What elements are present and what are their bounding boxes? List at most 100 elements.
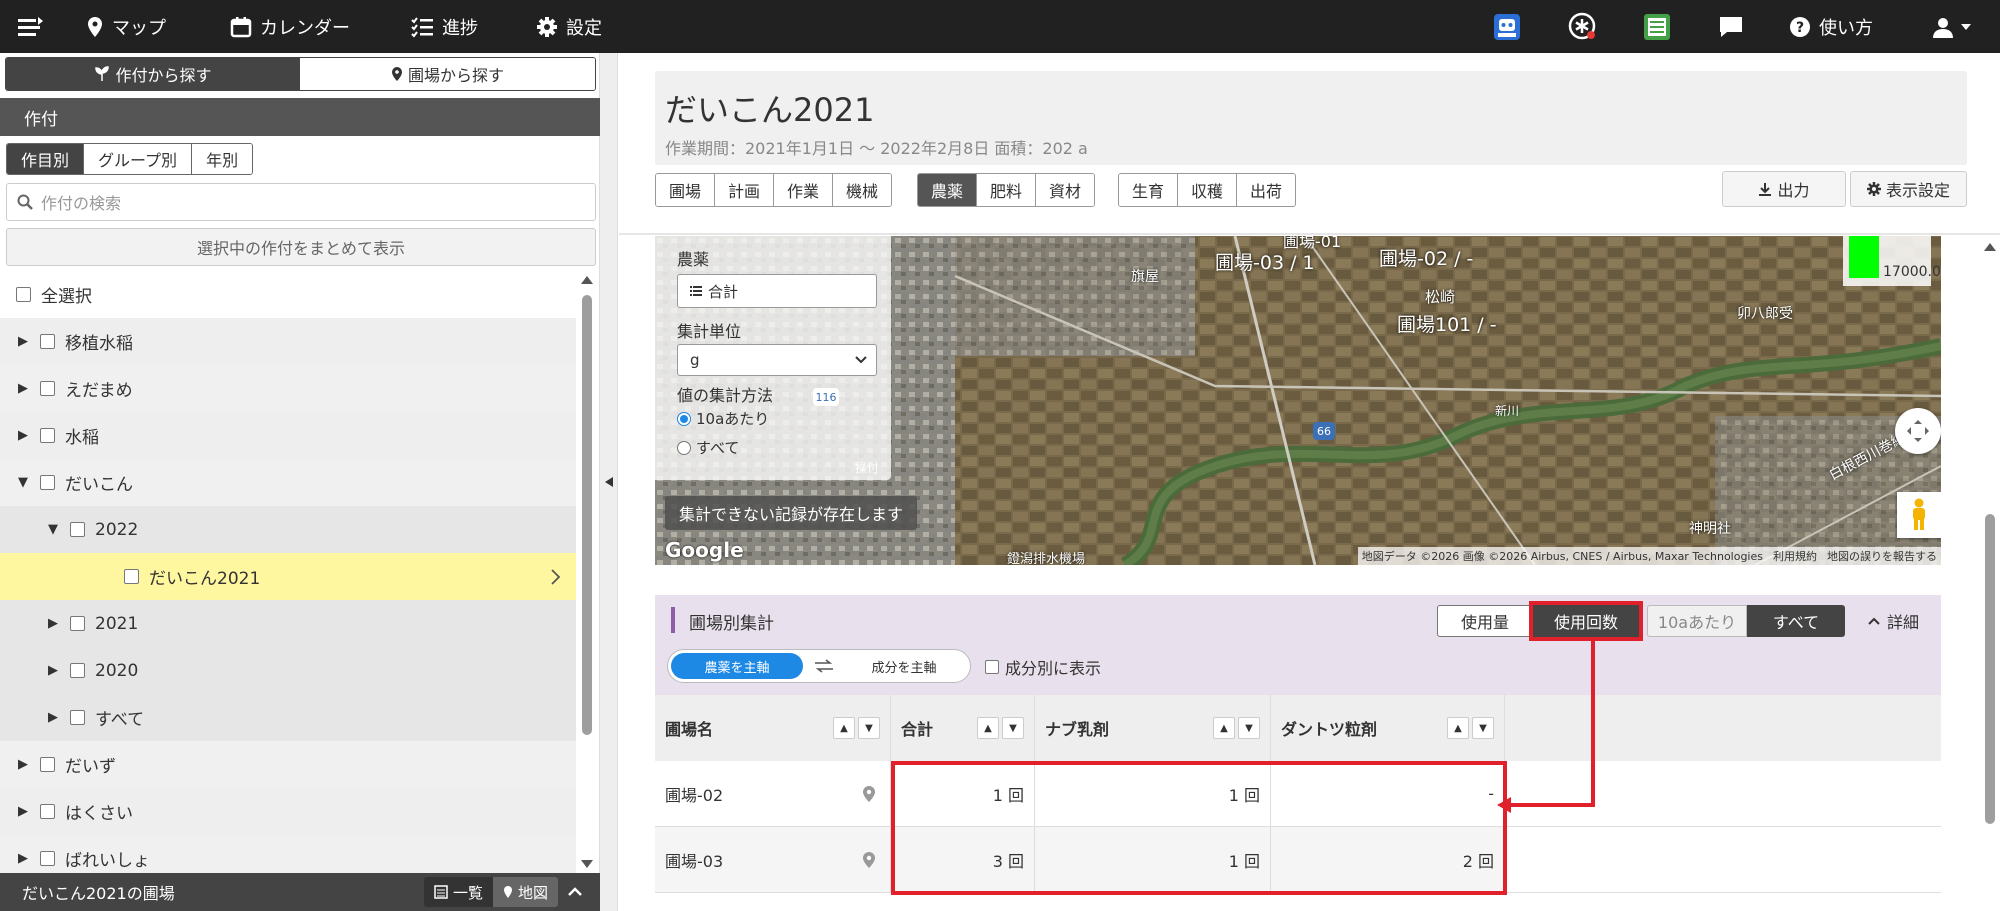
tree-item-2[interactable]: ▶ 水稲 (0, 412, 576, 459)
tree-item-1[interactable]: ▶ えだまめ (0, 365, 576, 412)
nav-calendar[interactable]: カレンダー (230, 0, 350, 53)
pesticide-total-select[interactable]: 合計 (677, 274, 877, 308)
export-button[interactable]: 出力 (1722, 171, 1846, 207)
sort-asc-icon[interactable]: ▲ (1213, 717, 1235, 739)
caret-collapsed-icon[interactable]: ▶ (16, 757, 30, 772)
sidebar-scrollbar[interactable] (578, 271, 596, 873)
crop-search-field[interactable]: 作付の検索 (6, 183, 596, 221)
caret-collapsed-icon[interactable]: ▶ (46, 663, 60, 678)
nav-map[interactable]: マップ (86, 0, 166, 53)
caret-collapsed-icon[interactable]: ▶ (16, 428, 30, 443)
tree-item-9[interactable]: ▶ だいず (0, 741, 576, 788)
ledger-button[interactable] (1643, 0, 1671, 53)
field-label-101[interactable]: 圃場101 / - (1397, 310, 1497, 337)
usage-count-button[interactable]: 使用回数 (1529, 601, 1643, 641)
app-icon-button[interactable] (1493, 0, 1521, 53)
main-scroll-thumb[interactable] (1985, 514, 1995, 824)
tree-item-checkbox[interactable] (40, 804, 55, 819)
axis-pesticide-button[interactable]: 農薬を主軸 (671, 653, 803, 679)
tree-item-checkbox[interactable] (70, 616, 85, 631)
details-toggle[interactable]: 詳細 (1867, 609, 1919, 633)
tree-item-10[interactable]: ▶ はくさい (0, 788, 576, 835)
tree-item-checkbox[interactable] (70, 710, 85, 725)
menu-toggle-button[interactable] (16, 0, 44, 53)
caret-collapsed-icon[interactable]: ▶ (46, 710, 60, 725)
list-view-button[interactable]: 一覧 (423, 877, 493, 907)
tab-material[interactable]: 資材 (1036, 174, 1095, 206)
terms-link[interactable]: 利用規約 (1773, 548, 1817, 564)
map-pin-icon[interactable] (862, 851, 876, 869)
radio-checked[interactable] (677, 411, 691, 426)
sort-asc-icon[interactable]: ▲ (833, 717, 855, 739)
street-view-button[interactable] (1897, 492, 1941, 538)
tree-item-checkbox[interactable] (40, 757, 55, 772)
satellite-map[interactable]: 農薬 合計 集計単位 g 値の集計方法 10aあたり すべて 操付 集計できない… (655, 236, 1941, 565)
per10a-button[interactable]: 10aあたり (1647, 605, 1747, 637)
nav-settings[interactable]: 設定 (536, 0, 602, 53)
tree-item-checkbox[interactable] (40, 381, 55, 396)
panel-splitter[interactable] (600, 53, 618, 911)
col-field-name[interactable]: 圃場名 ▲ ▼ (655, 695, 891, 761)
tree-item-7[interactable]: ▶ 2020 (0, 647, 576, 694)
caret-collapsed-icon[interactable]: ▶ (16, 804, 30, 819)
chevron-right-icon[interactable] (550, 568, 562, 586)
tree-item-6[interactable]: ▶ 2021 (0, 600, 576, 647)
col-pesticide-1[interactable]: ナブ乳剤 ▲ ▼ (1035, 695, 1271, 761)
select-all-checkbox[interactable] (16, 287, 31, 302)
help-button[interactable]: ? 使い方 (1789, 0, 1873, 53)
tree-item-checkbox[interactable] (124, 569, 139, 584)
tree-item-11[interactable]: ▶ ばれいしょ (0, 835, 576, 873)
nav-progress[interactable]: 進捗 (410, 0, 478, 53)
tab-harvest[interactable]: 収穫 (1178, 174, 1238, 206)
caret-expanded-icon[interactable]: ▼ (46, 522, 60, 537)
map-pin-icon[interactable] (862, 785, 876, 803)
sort-asc-icon[interactable]: ▲ (1447, 717, 1469, 739)
tab-pesticide[interactable]: 農薬 (918, 174, 978, 206)
tab-machine[interactable]: 機械 (833, 174, 892, 206)
tab-plan[interactable]: 計画 (715, 174, 775, 206)
caret-collapsed-icon[interactable]: ▶ (16, 334, 30, 349)
messages-button[interactable] (1718, 0, 1744, 53)
map-view-button[interactable]: 地図 (492, 877, 558, 907)
tab-fertilizer[interactable]: 肥料 (977, 174, 1037, 206)
radio-unchecked[interactable] (677, 440, 691, 455)
axis-ingredient-button[interactable]: 成分を主軸 (844, 653, 964, 679)
select-all-row[interactable]: 全選択 (0, 271, 576, 318)
field-label-01[interactable]: 圃場-01 (1283, 236, 1341, 252)
by-ingredient-option[interactable]: 成分別に表示 (985, 655, 1101, 679)
tab-by-crop[interactable]: 作目別 (7, 144, 85, 174)
collapse-left-icon[interactable] (603, 475, 615, 489)
caret-collapsed-icon[interactable]: ▶ (46, 616, 60, 631)
tree-item-0[interactable]: ▶ 移植水稲 (0, 318, 576, 365)
sort-asc-icon[interactable]: ▲ (977, 717, 999, 739)
search-by-field-button[interactable]: 圃場から探す (300, 58, 595, 90)
all-button[interactable]: すべて (1747, 605, 1845, 637)
fullscreen-button[interactable] (1895, 408, 1941, 454)
tab-growth[interactable]: 生育 (1119, 174, 1179, 206)
caret-collapsed-icon[interactable]: ▶ (16, 381, 30, 396)
option-per10a[interactable]: 10aあたり (677, 408, 769, 429)
tab-by-year[interactable]: 年別 (192, 144, 253, 174)
usage-amount-button[interactable]: 使用量 (1437, 605, 1533, 637)
option-all[interactable]: すべて (677, 437, 739, 458)
col-total[interactable]: 合計 ▲ ▼ (891, 695, 1035, 761)
tree-item-3[interactable]: ▼ だいこん (0, 459, 576, 506)
main-scrollbar[interactable] (1981, 236, 1999, 911)
search-by-crop-button[interactable]: 作付から探す (6, 58, 300, 90)
caret-collapsed-icon[interactable]: ▶ (16, 851, 30, 866)
user-menu-button[interactable] (1932, 0, 1972, 53)
display-settings-button[interactable]: 表示設定 (1850, 171, 1967, 207)
sort-desc-icon[interactable]: ▼ (1238, 717, 1260, 739)
sidebar-scroll-thumb[interactable] (582, 295, 592, 735)
sort-desc-icon[interactable]: ▼ (858, 717, 880, 739)
tree-item-5[interactable]: だいこん2021 (0, 553, 576, 600)
tab-by-group[interactable]: グループ別 (84, 144, 193, 174)
show-selected-crops-button[interactable]: 選択中の作付をまとめて表示 (6, 228, 596, 266)
chevron-up-icon[interactable] (566, 885, 584, 899)
tab-work[interactable]: 作業 (774, 174, 834, 206)
tree-item-8[interactable]: ▶ すべて (0, 694, 576, 741)
col-pesticide-2[interactable]: ダントツ粒剤 ▲ ▼ (1271, 695, 1505, 761)
tab-shipping[interactable]: 出荷 (1237, 174, 1296, 206)
tree-item-checkbox[interactable] (40, 334, 55, 349)
report-link[interactable]: 地図の誤りを報告する (1827, 548, 1937, 564)
